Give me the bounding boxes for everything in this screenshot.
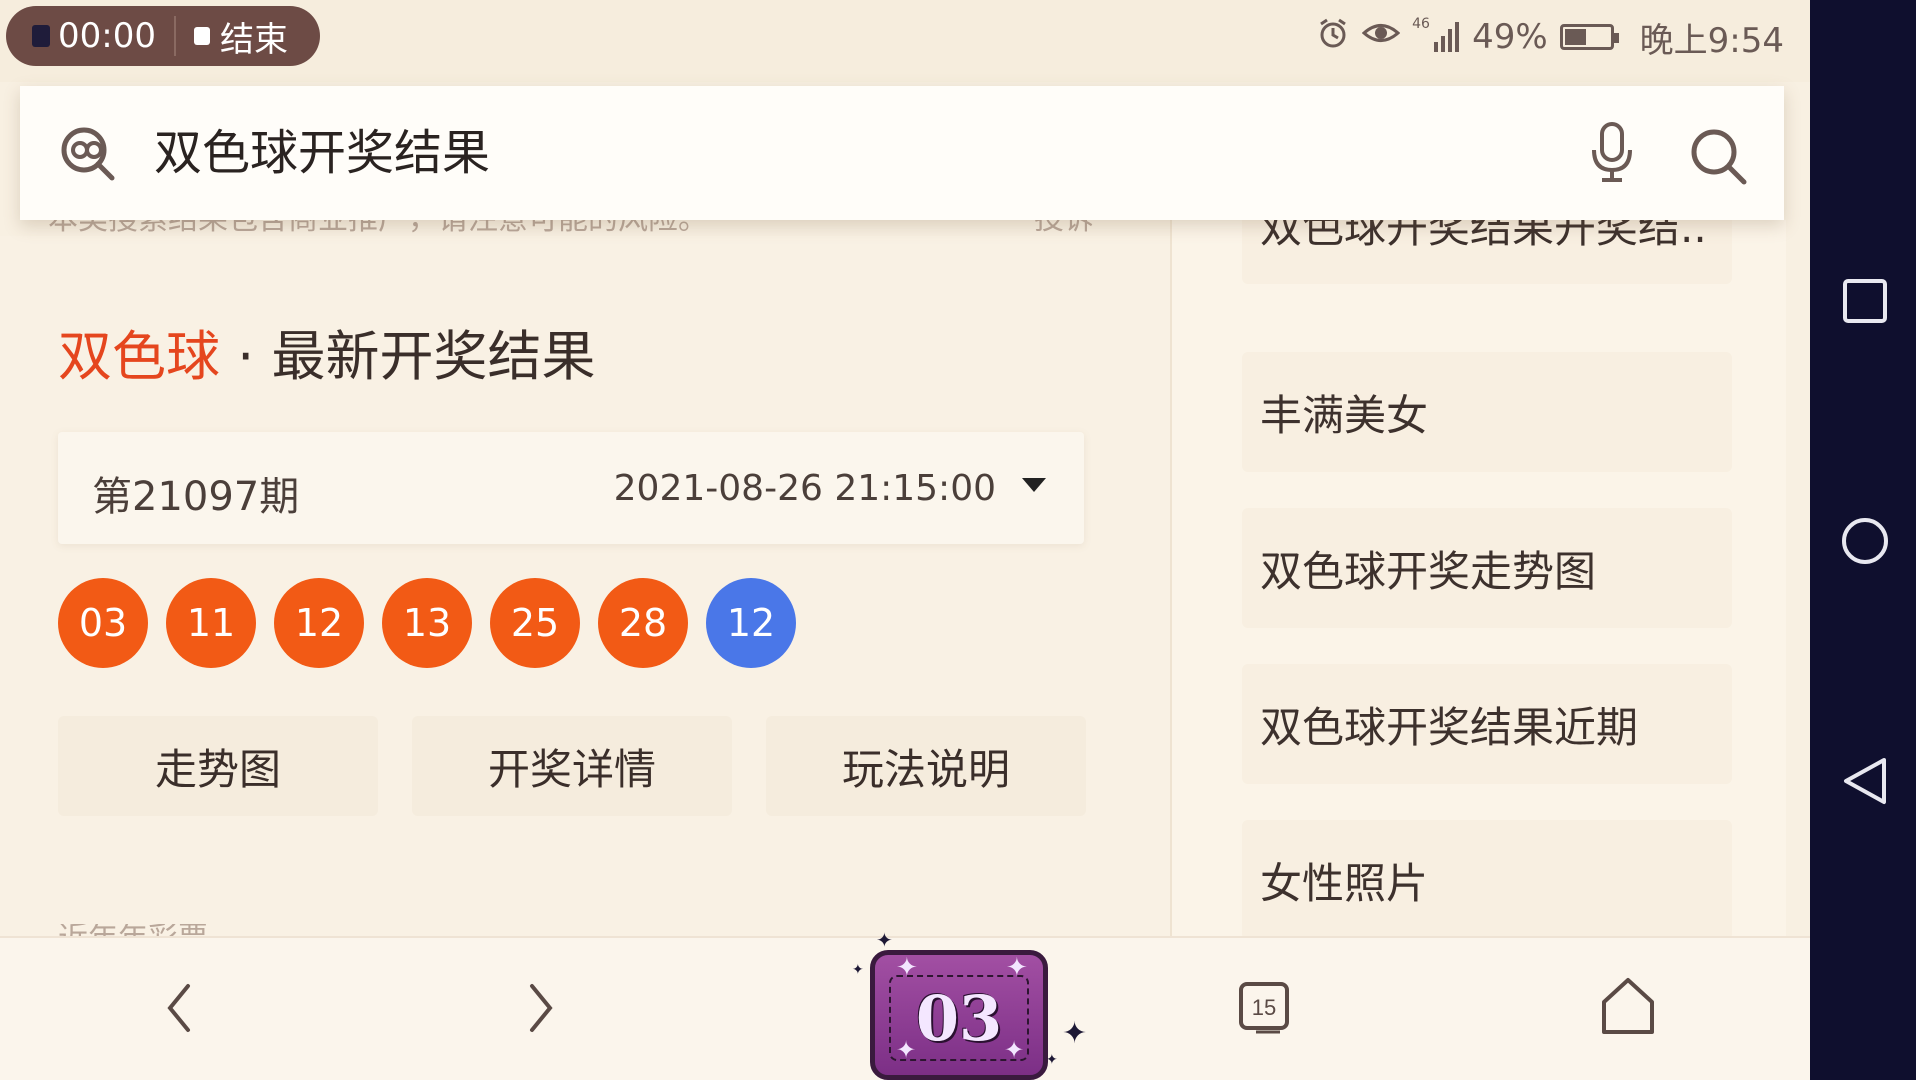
alarm-icon: [1316, 16, 1350, 59]
red-ball: 03: [58, 578, 148, 668]
battery-icon: [1559, 24, 1619, 50]
sparkle-icon: ✦: [1046, 1052, 1058, 1068]
lottery-result-card: 双色球 · 最新开奖结果 第21097期 2021-08-26 21:15:00…: [0, 236, 1170, 938]
system-nav-bar: [1810, 0, 1916, 1080]
blue-ball: 12: [706, 578, 796, 668]
microphone-icon[interactable]: [1588, 122, 1636, 188]
sparkle-icon: ✦: [896, 1036, 917, 1064]
red-ball: 13: [382, 578, 472, 668]
battery-percent: 49%: [1472, 17, 1548, 57]
issue-number: 第21097期: [92, 474, 300, 520]
circle-icon[interactable]: [1840, 516, 1890, 570]
status-bar: 00:00 结束 46 49% 晚上9:54: [0, 0, 1810, 82]
search-logo-icon: [56, 122, 120, 186]
red-ball: 28: [598, 578, 688, 668]
browser-screen: 00:00 结束 46 49% 晚上9:54 本类搜索结果包含商业推广，请注意可…: [0, 0, 1810, 1080]
search-input[interactable]: 双色球开奖结果: [154, 122, 490, 184]
eye-icon: [1361, 17, 1401, 57]
sparkle-icon: ✦: [1006, 953, 1028, 983]
winning-numbers: 03 11 12 13 25 28 12: [58, 578, 796, 668]
record-icon: [32, 25, 50, 47]
suggestion-item[interactable]: 女性照片: [1242, 820, 1732, 940]
red-ball: 25: [490, 578, 580, 668]
title-accent[interactable]: 双色球: [58, 325, 220, 388]
suggestion-item[interactable]: 双色球开奖走势图: [1242, 508, 1732, 628]
related-searches: 双色球开奖结果开奖结.. 丰满美女 双色球开奖走势图 双色球开奖结果近期 女性照…: [1170, 164, 1786, 940]
search-bar[interactable]: 双色球开奖结果: [20, 86, 1784, 220]
home-icon[interactable]: [1598, 976, 1658, 1042]
end-record-button[interactable]: 结束: [220, 12, 288, 61]
rules-button[interactable]: 玩法说明: [766, 716, 1086, 816]
chevron-right-icon[interactable]: [526, 978, 556, 1042]
stop-icon: [193, 27, 210, 45]
tabs-count: 15: [1252, 995, 1276, 1020]
record-time: 00:00: [58, 16, 156, 56]
caret-down-icon[interactable]: [1022, 478, 1046, 498]
title-rest: · 最新开奖结果: [220, 325, 596, 388]
suggestion-item[interactable]: 双色球开奖结果近期: [1242, 664, 1732, 784]
sparkle-icon: ✦: [896, 953, 918, 983]
sparkle-icon: ✦: [852, 962, 864, 978]
result-actions: 走势图 开奖详情 玩法说明: [58, 716, 1086, 816]
sparkle-icon: ✦: [876, 928, 893, 952]
tabs-icon[interactable]: 15: [1236, 980, 1296, 1042]
chevron-left-icon[interactable]: [164, 978, 194, 1042]
issue-selector[interactable]: 第21097期 2021-08-26 21:15:00: [58, 432, 1084, 544]
search-icon[interactable]: [1688, 126, 1748, 190]
sparkle-icon: ✦: [1004, 1036, 1025, 1064]
suggestion-item[interactable]: 丰满美女: [1242, 352, 1732, 472]
status-icons: 46 49% 晚上9:54: [1316, 14, 1784, 61]
clock: 晚上9:54: [1639, 20, 1784, 61]
draw-details-button[interactable]: 开奖详情: [412, 716, 732, 816]
pill-divider: [173, 16, 176, 56]
red-ball: 12: [274, 578, 364, 668]
result-title: 双色球 · 最新开奖结果: [58, 312, 596, 391]
square-icon[interactable]: [1842, 278, 1888, 328]
red-ball: 11: [166, 578, 256, 668]
signal-icon: 46: [1412, 16, 1460, 54]
draw-datetime: 2021-08-26 21:15:00: [613, 468, 996, 509]
triangle-back-icon[interactable]: [1842, 756, 1888, 810]
sparkle-icon: ✦: [1062, 1016, 1088, 1051]
screen-record-pill[interactable]: 00:00 结束: [6, 6, 320, 66]
trend-chart-button[interactable]: 走势图: [58, 716, 378, 816]
